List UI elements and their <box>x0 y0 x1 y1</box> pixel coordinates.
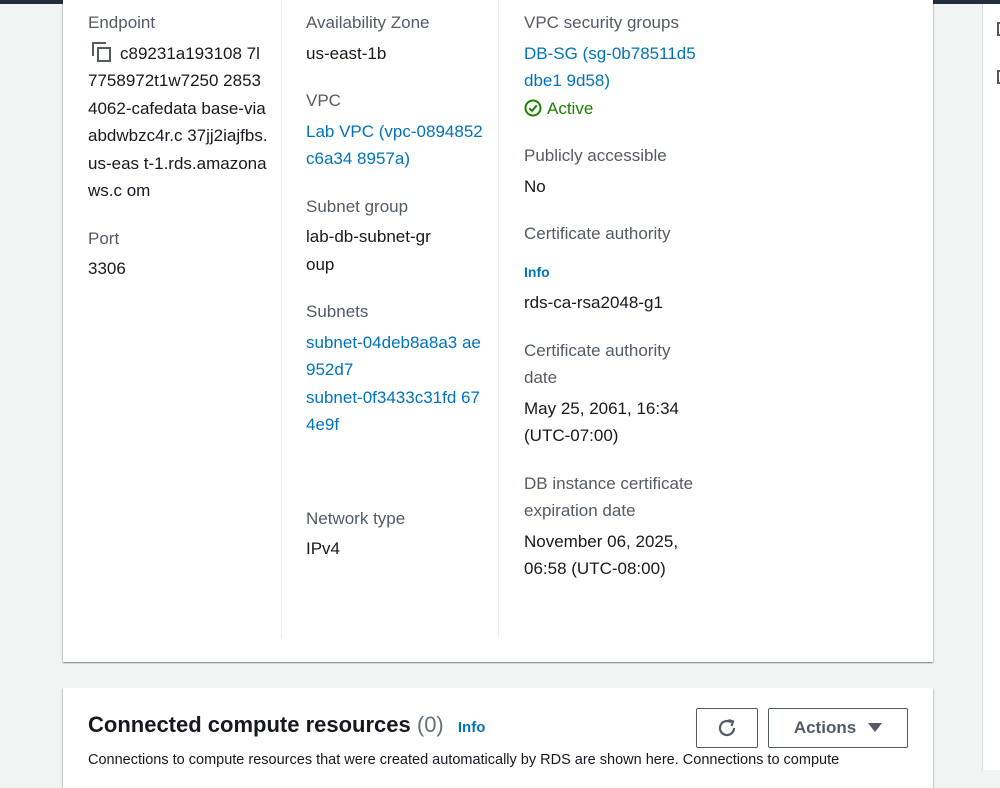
ca-date-value: May 25, 2061, 16:34 (UTC-07:00) <box>524 398 680 446</box>
vpc-label: VPC <box>306 91 341 110</box>
actions-label: Actions <box>793 718 857 737</box>
column-divider <box>498 0 499 638</box>
cert-expiration-label: DB instance certificate expiration date <box>524 473 694 521</box>
subnet-link[interactable]: subnet-0f3433c31fd 674e9f <box>306 384 486 439</box>
copy-icon[interactable] <box>92 41 112 62</box>
endpoint-value-group: c89231a193108 7l7758972t1w7250 28534062-… <box>88 40 268 205</box>
right-side-panel <box>982 4 1000 770</box>
info-link[interactable]: Info <box>458 719 486 736</box>
status-text: Active <box>547 98 594 118</box>
details-column-1: Endpoint c89231a193108 7l7758972t1w7250 … <box>88 9 268 283</box>
connectivity-details-card: Endpoint c89231a193108 7l7758972t1w7250 … <box>63 0 933 662</box>
certificate-authority-value: rds-ca-rsa2048-g1 <box>524 293 663 312</box>
endpoint-label: Endpoint <box>88 13 156 32</box>
security-group-status: Active <box>524 95 704 123</box>
publicly-accessible-value: No <box>524 176 546 196</box>
availability-zone-label: Availability Zone <box>306 13 430 32</box>
actions-dropdown-button[interactable]: Actions <box>768 708 908 748</box>
section-description: Connections to compute resources that we… <box>88 752 840 768</box>
resource-count: (0) <box>416 712 444 737</box>
security-group-link[interactable]: DB-SG (sg-0b78511d5dbe1 9d58) <box>524 40 704 95</box>
ca-date-label: Certificate authority date <box>524 340 671 388</box>
refresh-button[interactable] <box>696 708 758 748</box>
certificate-authority-info-row: Info <box>524 258 704 287</box>
section-title: Connected compute resources (0) Info <box>88 712 485 738</box>
network-type-value: IPv4 <box>306 539 341 558</box>
port-label: Port <box>88 228 120 248</box>
subnet-group-label: Subnet group <box>306 196 409 216</box>
availability-zone-value: us-east-1b <box>306 43 387 63</box>
subnet-group-value: lab-db-subnet-group <box>306 227 431 274</box>
certificate-authority-label: Certificate authority <box>524 224 671 243</box>
section-title-text: Connected compute resources <box>88 712 411 737</box>
security-groups-label: VPC security groups <box>524 13 679 32</box>
column-divider <box>281 0 282 638</box>
subnet-link[interactable]: subnet-04deb8a8a3 ae952d7 <box>306 329 486 384</box>
network-type-label: Network type <box>306 508 406 528</box>
connected-compute-resources-card: Connected compute resources (0) Info Act… <box>63 688 933 788</box>
details-column-3: VPC security groups DB-SG (sg-0b78511d5d… <box>524 9 704 583</box>
port-value: 3306 <box>88 259 126 278</box>
refresh-icon <box>718 718 736 737</box>
cert-expiration-value: November 06, 2025, 06:58 (UTC-08:00) <box>524 531 679 579</box>
endpoint-value: c89231a193108 7l7758972t1w7250 28534062-… <box>88 43 268 201</box>
subnets-label: Subnets <box>306 302 369 321</box>
details-column-2: Availability Zone us-east-1b VPC Lab VPC… <box>306 9 486 563</box>
caret-down-icon <box>868 723 883 732</box>
vpc-link[interactable]: Lab VPC (vpc-0894852c6a34 8957a) <box>306 118 486 173</box>
publicly-accessible-label: Publicly accessible <box>524 146 667 165</box>
check-circle-icon <box>524 99 542 116</box>
info-link[interactable]: Info <box>524 264 550 280</box>
